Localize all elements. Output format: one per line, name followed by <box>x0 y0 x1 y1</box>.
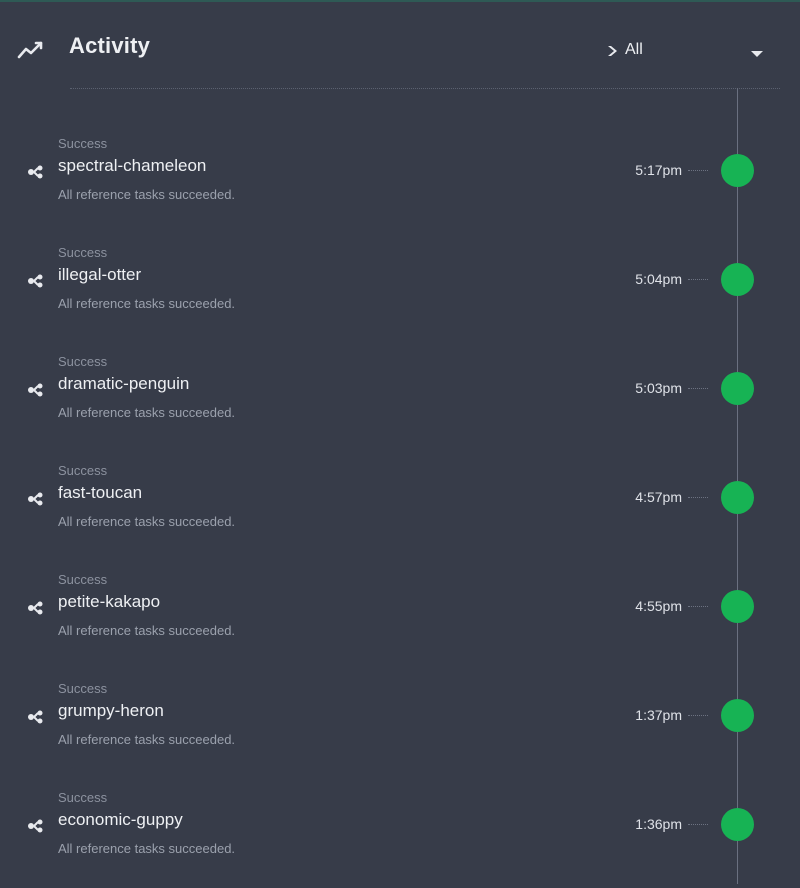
status-label: Success <box>58 463 108 478</box>
success-status-dot <box>721 263 754 296</box>
timestamp: 4:57pm <box>635 489 682 505</box>
timestamp: 5:03pm <box>635 380 682 396</box>
activity-header: Activity All <box>0 0 800 92</box>
status-label: Success <box>58 245 108 260</box>
success-status-dot <box>721 808 754 841</box>
flow-icon <box>26 600 46 616</box>
flow-icon <box>26 164 46 180</box>
header-divider <box>70 88 780 89</box>
timeline-connector <box>688 170 708 171</box>
flow-icon <box>26 382 46 398</box>
status-label: Success <box>58 136 108 151</box>
success-status-dot <box>721 481 754 514</box>
activity-item[interactable]: Success fast-toucan All reference tasks … <box>0 461 800 561</box>
timeline-connector <box>688 497 708 498</box>
flow-icon <box>26 709 46 725</box>
status-label: Success <box>58 572 108 587</box>
flow-icon <box>26 818 46 834</box>
activity-item[interactable]: Success illegal-otter All reference task… <box>0 243 800 343</box>
timeline-connector <box>688 715 708 716</box>
caret-down-icon <box>750 46 764 57</box>
timestamp: 5:17pm <box>635 162 682 178</box>
success-status-dot <box>721 590 754 623</box>
success-status-dot <box>721 699 754 732</box>
run-name-link[interactable]: petite-kakapo <box>58 592 160 612</box>
flow-icon <box>26 491 46 507</box>
timeline-connector <box>688 388 708 389</box>
timestamp: 1:37pm <box>635 707 682 723</box>
status-description: All reference tasks succeeded. <box>58 296 236 311</box>
filter-selected-value: All <box>625 41 643 58</box>
success-status-dot <box>721 372 754 405</box>
activity-item[interactable]: Success dramatic-penguin All reference t… <box>0 352 800 452</box>
timeline-connector <box>688 279 708 280</box>
run-name-link[interactable]: fast-toucan <box>58 483 142 503</box>
status-description: All reference tasks succeeded. <box>58 732 236 747</box>
trending-line-icon <box>17 38 45 62</box>
status-description: All reference tasks succeeded. <box>58 841 236 856</box>
page-title: Activity <box>69 33 151 58</box>
timestamp: 1:36pm <box>635 816 682 832</box>
status-label: Success <box>58 790 108 805</box>
status-description: All reference tasks succeeded. <box>58 623 236 638</box>
status-label: Success <box>58 354 108 369</box>
run-name-link[interactable]: grumpy-heron <box>58 701 164 721</box>
timestamp: 4:55pm <box>635 598 682 614</box>
chevron-right-icon <box>606 44 620 56</box>
status-description: All reference tasks succeeded. <box>58 187 236 202</box>
timeline-connector <box>688 606 708 607</box>
success-status-dot <box>721 154 754 187</box>
activity-filter-dropdown[interactable]: All <box>600 34 780 66</box>
status-description: All reference tasks succeeded. <box>58 514 236 529</box>
status-label: Success <box>58 681 108 696</box>
run-name-link[interactable]: dramatic-penguin <box>58 374 189 394</box>
run-name-link[interactable]: economic-guppy <box>58 810 183 830</box>
activity-item[interactable]: Success grumpy-heron All reference tasks… <box>0 679 800 779</box>
flow-icon <box>26 273 46 289</box>
activity-item[interactable]: Success spectral-chameleon All reference… <box>0 134 800 234</box>
status-description: All reference tasks succeeded. <box>58 405 236 420</box>
timeline-connector <box>688 824 708 825</box>
run-name-link[interactable]: illegal-otter <box>58 265 141 285</box>
activity-item[interactable]: Success economic-guppy All reference tas… <box>0 788 800 888</box>
activity-item[interactable]: Success petite-kakapo All reference task… <box>0 570 800 670</box>
timestamp: 5:04pm <box>635 271 682 287</box>
run-name-link[interactable]: spectral-chameleon <box>58 156 206 176</box>
